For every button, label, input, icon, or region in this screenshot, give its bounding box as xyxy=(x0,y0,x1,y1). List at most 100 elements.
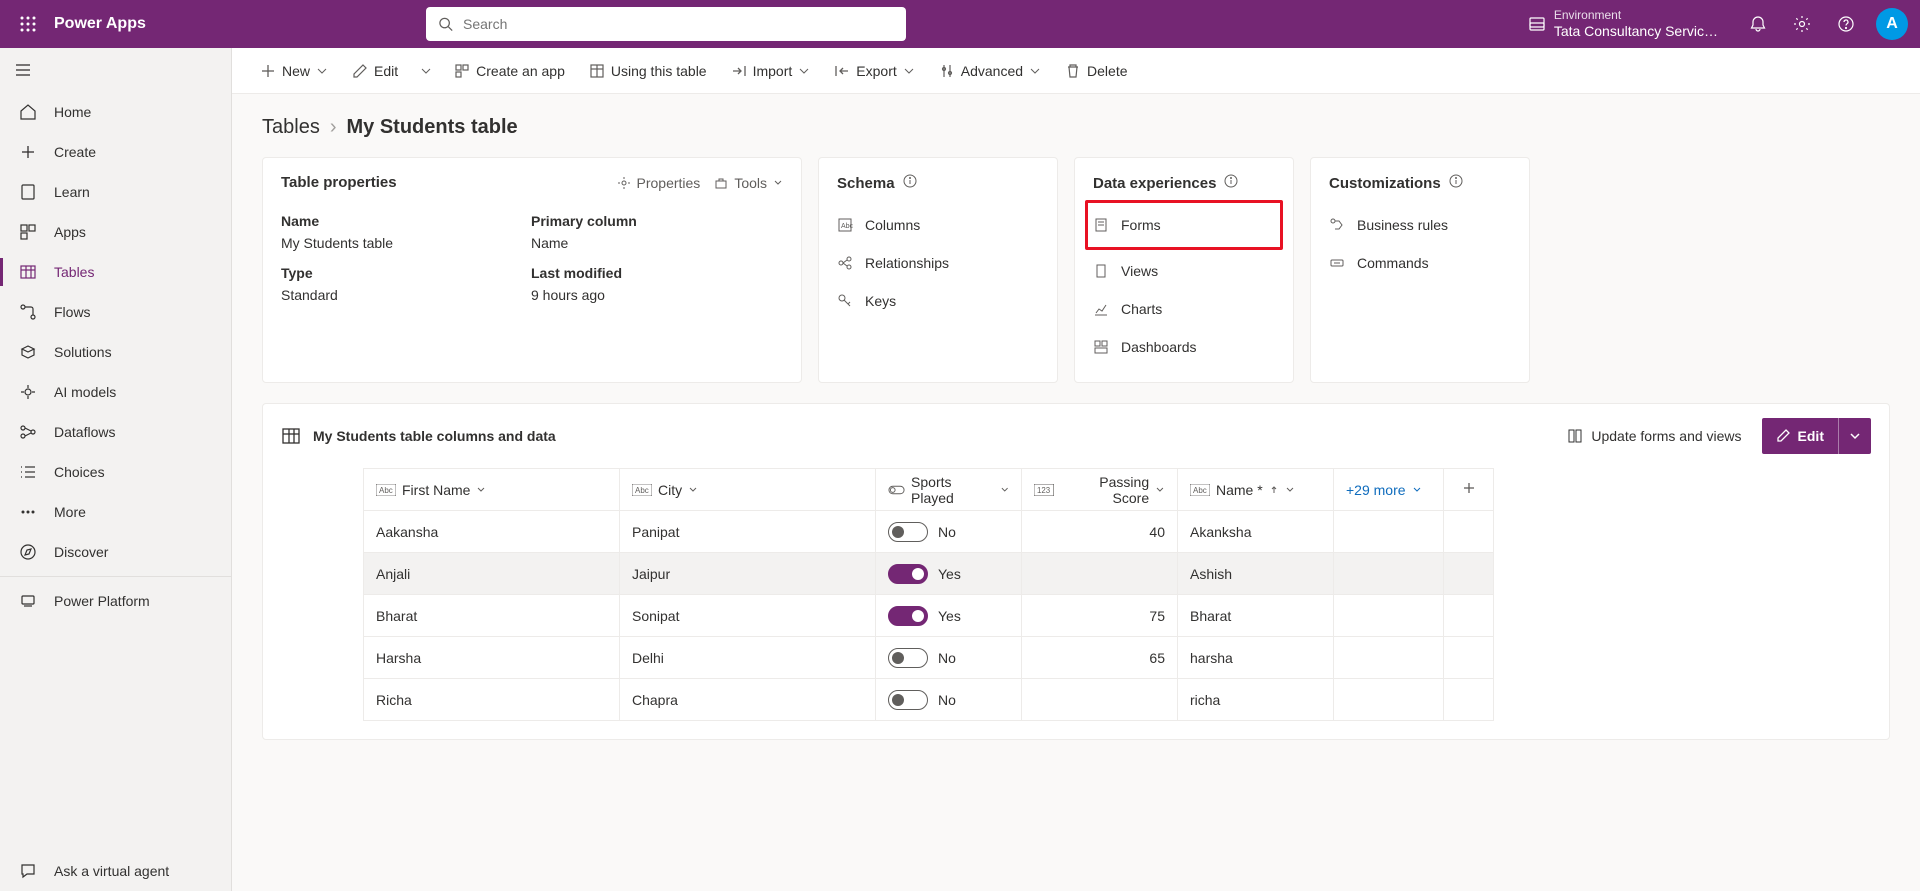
info-icon[interactable] xyxy=(1224,174,1238,192)
toggle-switch[interactable] xyxy=(888,648,928,668)
app-icon xyxy=(454,63,470,79)
toggle-switch[interactable] xyxy=(888,564,928,584)
column-header-name[interactable]: AbcName * xyxy=(1178,469,1334,511)
table-row[interactable]: AnjaliJaipurYes Ashish xyxy=(364,553,1494,595)
schema-relationships-link[interactable]: Relationships xyxy=(837,244,1039,282)
data-exp-charts-link[interactable]: Charts xyxy=(1093,290,1275,328)
cell-sports[interactable]: No xyxy=(876,637,1022,679)
notifications-icon[interactable] xyxy=(1736,0,1780,48)
cell-name[interactable]: Bharat xyxy=(1178,595,1334,637)
info-icon[interactable] xyxy=(903,174,917,192)
sidebar-item-ai-models[interactable]: AI models xyxy=(0,372,231,412)
sidebar-item-home[interactable]: Home xyxy=(0,92,231,132)
toggle-type-icon xyxy=(888,484,905,496)
cell-score[interactable] xyxy=(1022,679,1178,721)
customizations-commands-link[interactable]: Commands xyxy=(1329,244,1511,282)
cell-score[interactable] xyxy=(1022,553,1178,595)
cell-city[interactable]: Chapra xyxy=(620,679,876,721)
environment-selector[interactable]: Environment Tata Consultancy Servic… xyxy=(1528,8,1718,39)
sidebar-item-dataflows[interactable]: Dataflows xyxy=(0,412,231,452)
customizations-rules-link[interactable]: Business rules xyxy=(1329,206,1511,244)
sidebar-item-solutions[interactable]: Solutions xyxy=(0,332,231,372)
sidebar-item-apps[interactable]: Apps xyxy=(0,212,231,252)
table-row[interactable]: AakanshaPanipatNo40Akanksha xyxy=(364,511,1494,553)
cell-score[interactable]: 65 xyxy=(1022,637,1178,679)
properties-link[interactable]: Properties xyxy=(617,175,701,191)
cell-first-name[interactable]: Richa xyxy=(364,679,620,721)
column-header-sports[interactable]: Sports Played xyxy=(876,469,1022,511)
sidebar-ask-agent[interactable]: Ask a virtual agent xyxy=(0,851,231,891)
info-icon[interactable] xyxy=(1449,174,1463,192)
app-launcher-icon[interactable] xyxy=(12,0,44,48)
new-button[interactable]: New xyxy=(252,53,336,89)
table-row[interactable]: RichaChapraNo richa xyxy=(364,679,1494,721)
card-title: Data experiences xyxy=(1093,175,1216,192)
more-columns-button[interactable]: +29 more xyxy=(1334,469,1444,511)
settings-icon[interactable] xyxy=(1780,0,1824,48)
sidebar-item-create[interactable]: Create xyxy=(0,132,231,172)
search-input[interactable] xyxy=(463,16,894,32)
schema-keys-link[interactable]: Keys xyxy=(837,282,1039,320)
search-box[interactable] xyxy=(426,7,906,41)
sidebar-item-flows[interactable]: Flows xyxy=(0,292,231,332)
sidebar-item-power-platform[interactable]: Power Platform xyxy=(0,581,231,621)
sidebar-item-discover[interactable]: Discover xyxy=(0,532,231,572)
schema-columns-link[interactable]: AbcColumns xyxy=(837,206,1039,244)
delete-button[interactable]: Delete xyxy=(1057,53,1135,89)
data-exp-forms-link[interactable]: Forms xyxy=(1093,206,1275,244)
chevron-down-icon xyxy=(1155,485,1165,495)
cell-first-name[interactable]: Aakansha xyxy=(364,511,620,553)
link-label: Dashboards xyxy=(1121,339,1197,355)
cell-score[interactable]: 40 xyxy=(1022,511,1178,553)
sidebar-item-more[interactable]: More xyxy=(0,492,231,532)
cell-sports[interactable]: No xyxy=(876,511,1022,553)
card-title: Customizations xyxy=(1329,175,1441,192)
cell-name[interactable]: richa xyxy=(1178,679,1334,721)
sidebar-toggle[interactable] xyxy=(0,48,231,92)
breadcrumb-root[interactable]: Tables xyxy=(262,116,320,139)
cell-name[interactable]: Ashish xyxy=(1178,553,1334,595)
tools-link[interactable]: Tools xyxy=(714,175,783,191)
toggle-switch[interactable] xyxy=(888,522,928,542)
import-button[interactable]: Import xyxy=(723,53,819,89)
cell-first-name[interactable]: Harsha xyxy=(364,637,620,679)
table-row[interactable]: HarshaDelhiNo65harsha xyxy=(364,637,1494,679)
create-app-button[interactable]: Create an app xyxy=(446,53,573,89)
column-header-city[interactable]: AbcCity xyxy=(620,469,876,511)
cell-city[interactable]: Jaipur xyxy=(620,553,876,595)
edit-dropdown[interactable] xyxy=(1838,418,1871,454)
help-icon[interactable] xyxy=(1824,0,1868,48)
cell-name[interactable]: harsha xyxy=(1178,637,1334,679)
advanced-button[interactable]: Advanced xyxy=(931,53,1049,89)
cell-first-name[interactable]: Anjali xyxy=(364,553,620,595)
cell-city[interactable]: Sonipat xyxy=(620,595,876,637)
sidebar-item-learn[interactable]: Learn xyxy=(0,172,231,212)
avatar[interactable]: A xyxy=(1876,8,1908,40)
table-row[interactable]: BharatSonipatYes75Bharat xyxy=(364,595,1494,637)
cell-city[interactable]: Delhi xyxy=(620,637,876,679)
using-table-button[interactable]: Using this table xyxy=(581,53,715,89)
cell-sports[interactable]: Yes xyxy=(876,553,1022,595)
cell-city[interactable]: Panipat xyxy=(620,511,876,553)
toggle-switch[interactable] xyxy=(888,606,928,626)
export-button[interactable]: Export xyxy=(826,53,922,89)
edit-command[interactable]: Edit xyxy=(344,53,406,89)
column-header-first-name[interactable]: AbcFirst Name xyxy=(364,469,620,511)
cell-score[interactable]: 75 xyxy=(1022,595,1178,637)
toggle-switch[interactable] xyxy=(888,690,928,710)
add-column-button[interactable] xyxy=(1444,469,1494,511)
cell-first-name[interactable]: Bharat xyxy=(364,595,620,637)
sidebar-item-choices[interactable]: Choices xyxy=(0,452,231,492)
sidebar-item-tables[interactable]: Tables xyxy=(0,252,231,292)
data-exp-views-link[interactable]: Views xyxy=(1093,252,1275,290)
edit-button[interactable]: Edit xyxy=(1762,418,1871,454)
sidebar-item-label: More xyxy=(54,504,86,520)
cell-sports[interactable]: Yes xyxy=(876,595,1022,637)
platform-icon xyxy=(18,591,38,611)
cell-name[interactable]: Akanksha xyxy=(1178,511,1334,553)
cell-sports[interactable]: No xyxy=(876,679,1022,721)
column-header-score[interactable]: 123Passing Score xyxy=(1022,469,1178,511)
edit-dropdown[interactable] xyxy=(414,53,438,89)
update-forms-views-link[interactable]: Update forms and views xyxy=(1567,428,1741,444)
data-exp-dashboards-link[interactable]: Dashboards xyxy=(1093,328,1275,366)
